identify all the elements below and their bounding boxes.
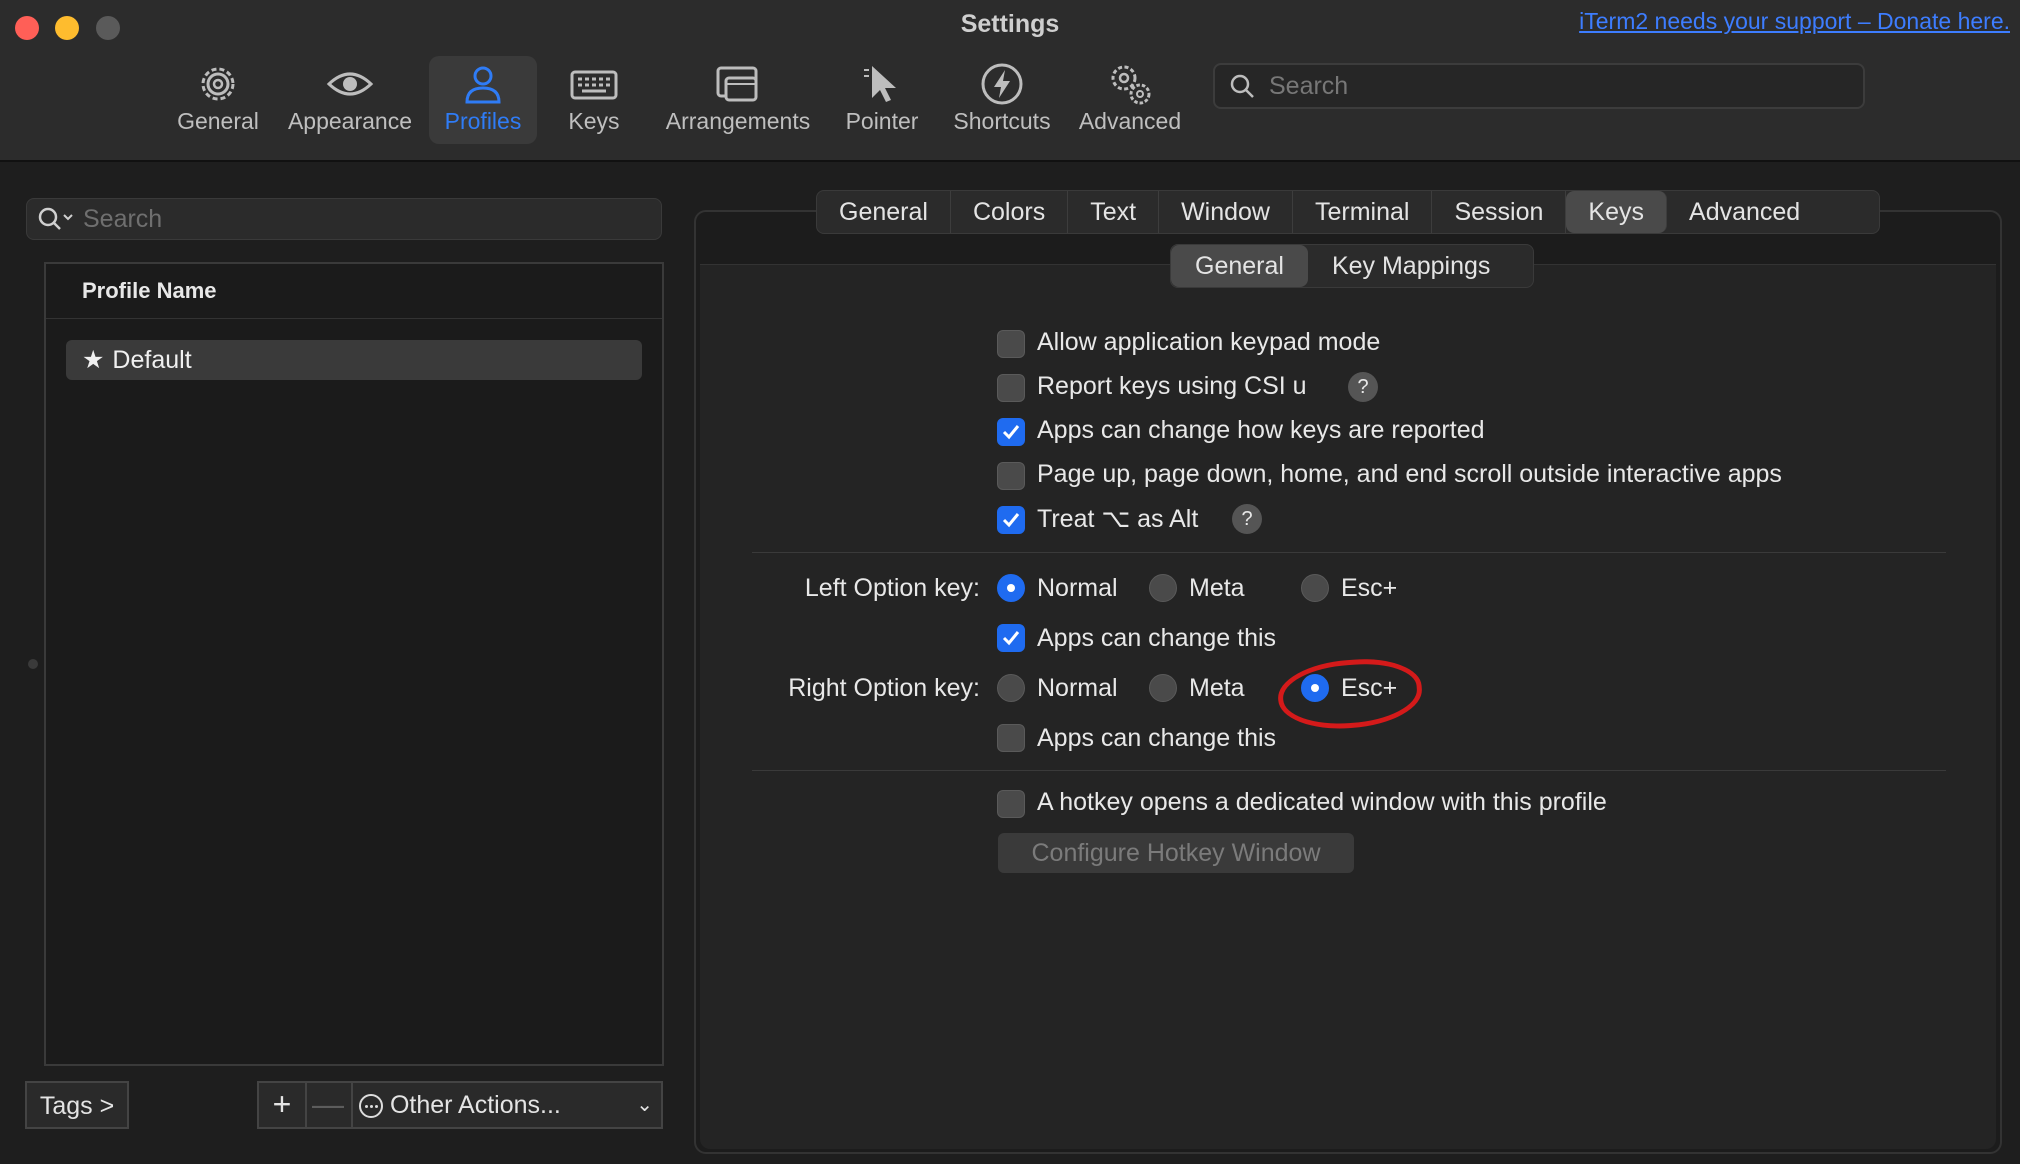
allow-keypad-mode-checkbox[interactable]: [997, 330, 1025, 358]
add-profile-button[interactable]: +: [259, 1083, 307, 1127]
tab-colors[interactable]: Colors: [951, 191, 1069, 233]
donate-link[interactable]: iTerm2 needs your support – Donate here.: [1579, 8, 2010, 35]
hotkey-window-label: A hotkey opens a dedicated window with t…: [1037, 788, 1607, 816]
help-icon[interactable]: ?: [1348, 372, 1378, 402]
left-option-normal-radio[interactable]: [997, 574, 1025, 602]
toolbar-item-label: General: [177, 108, 259, 134]
left-option-key-label: Left Option key:: [804, 574, 980, 602]
remove-profile-button[interactable]: —: [305, 1083, 353, 1127]
settings-search[interactable]: [1213, 63, 1865, 109]
gear-icon: [170, 56, 266, 106]
divider: [752, 770, 1946, 771]
bolt-icon: [948, 56, 1056, 106]
checkmark-icon: [1002, 631, 1020, 646]
subtab-general[interactable]: General: [1171, 245, 1308, 287]
toolbar-item-label: Arrangements: [665, 108, 811, 134]
other-actions-label: Other Actions...: [389, 1091, 561, 1119]
profile-tabs: General Colors Text Window Terminal Sess…: [816, 190, 1880, 234]
windows-icon: [656, 56, 820, 106]
toolbar: Settings iTerm2 needs your support – Don…: [0, 0, 2020, 162]
split-handle[interactable]: [28, 659, 38, 669]
checkmark-icon: [1002, 513, 1020, 528]
report-keys-csi-u-label: Report keys using CSI u: [1037, 372, 1307, 400]
toolbar-item-keys[interactable]: Keys: [554, 56, 634, 144]
subtab-key-mappings[interactable]: Key Mappings: [1308, 245, 1514, 287]
left-option-apps-change-label: Apps can change this: [1037, 624, 1277, 652]
treat-option-as-alt-label: Treat ⌥ as Alt: [1037, 505, 1199, 533]
tab-session[interactable]: Session: [1432, 191, 1567, 233]
toolbar-item-shortcuts[interactable]: Shortcuts: [948, 56, 1056, 144]
toolbar-item-label: Pointer: [845, 108, 919, 134]
star-icon: ★: [82, 346, 105, 374]
eye-icon: [284, 56, 416, 106]
left-option-normal-label: Normal: [1037, 574, 1118, 602]
search-icon: [38, 207, 73, 230]
profile-name-column-header[interactable]: Profile Name: [46, 264, 662, 319]
settings-search-input[interactable]: [1267, 69, 1831, 103]
person-icon: [429, 56, 537, 106]
right-option-meta-label: Meta: [1189, 674, 1245, 702]
left-option-meta-radio[interactable]: [1149, 574, 1177, 602]
apps-change-key-reporting-label: Apps can change how keys are reported: [1037, 416, 1485, 444]
treat-option-as-alt-checkbox[interactable]: [997, 506, 1025, 534]
report-keys-csi-u-checkbox[interactable]: [997, 374, 1025, 402]
left-option-apps-change-checkbox[interactable]: [997, 624, 1025, 652]
help-icon[interactable]: ?: [1232, 504, 1262, 534]
left-option-meta-label: Meta: [1189, 574, 1245, 602]
search-icon: [1230, 74, 1254, 98]
more-icon: [359, 1094, 383, 1118]
toolbar-item-label: Shortcuts: [953, 108, 1051, 134]
right-option-key-label: Right Option key:: [788, 674, 980, 702]
profile-name: Default: [112, 346, 192, 374]
chevron-down-icon: ⌄: [636, 1094, 653, 1116]
toolbar-item-label: Keys: [568, 108, 620, 134]
tab-advanced[interactable]: Advanced: [1667, 191, 1822, 233]
right-option-normal-label: Normal: [1037, 674, 1118, 702]
allow-keypad-mode-label: Allow application keypad mode: [1037, 328, 1381, 356]
left-option-esc-radio[interactable]: [1301, 574, 1329, 602]
page-keys-scroll-checkbox[interactable]: [997, 462, 1025, 490]
tab-text[interactable]: Text: [1068, 191, 1160, 233]
profile-search-input[interactable]: [81, 203, 645, 235]
profile-search[interactable]: [26, 198, 662, 240]
hotkey-window-checkbox[interactable]: [997, 790, 1025, 818]
page-keys-scroll-label: Page up, page down, home, and end scroll…: [1037, 460, 1782, 488]
divider: [752, 552, 1946, 553]
keys-subtabs: General Key Mappings: [1170, 244, 1534, 288]
checkmark-icon: [1002, 425, 1020, 440]
toolbar-item-label: Profiles: [444, 108, 522, 134]
toolbar-item-arrangements[interactable]: Arrangements: [656, 56, 820, 144]
left-option-esc-label: Esc+: [1341, 574, 1398, 602]
profile-actions-bar: + — Other Actions... ⌄: [257, 1081, 663, 1129]
toolbar-item-pointer[interactable]: Pointer: [838, 56, 926, 144]
apps-change-key-reporting-checkbox[interactable]: [997, 418, 1025, 446]
right-option-apps-change-checkbox[interactable]: [997, 724, 1025, 752]
tab-window[interactable]: Window: [1159, 191, 1293, 233]
toolbar-item-label: Appearance: [287, 108, 413, 134]
toolbar-item-appearance[interactable]: Appearance: [284, 56, 416, 144]
right-option-apps-change-label: Apps can change this: [1037, 724, 1277, 752]
keyboard-icon: [554, 56, 634, 106]
right-option-meta-radio[interactable]: [1149, 674, 1177, 702]
gears-icon: [1076, 56, 1184, 106]
profile-row[interactable]: ★ Default: [66, 340, 642, 380]
right-option-normal-radio[interactable]: [997, 674, 1025, 702]
configure-hotkey-window-button[interactable]: Configure Hotkey Window: [998, 833, 1354, 873]
toolbar-item-label: Advanced: [1078, 108, 1182, 134]
other-actions-dropdown[interactable]: Other Actions... ⌄: [353, 1083, 661, 1127]
toolbar-item-advanced[interactable]: Advanced: [1076, 56, 1184, 144]
tab-general[interactable]: General: [817, 191, 951, 233]
pointer-icon: [838, 56, 926, 106]
tab-terminal[interactable]: Terminal: [1293, 191, 1433, 233]
toolbar-item-profiles[interactable]: Profiles: [429, 56, 537, 144]
settings-window: Settings iTerm2 needs your support – Don…: [0, 0, 2020, 1164]
toolbar-item-general[interactable]: General: [170, 56, 266, 144]
tags-button[interactable]: Tags >: [25, 1081, 129, 1129]
tab-keys[interactable]: Keys: [1566, 191, 1668, 233]
profile-list: Profile Name ★ Default: [44, 262, 664, 1066]
